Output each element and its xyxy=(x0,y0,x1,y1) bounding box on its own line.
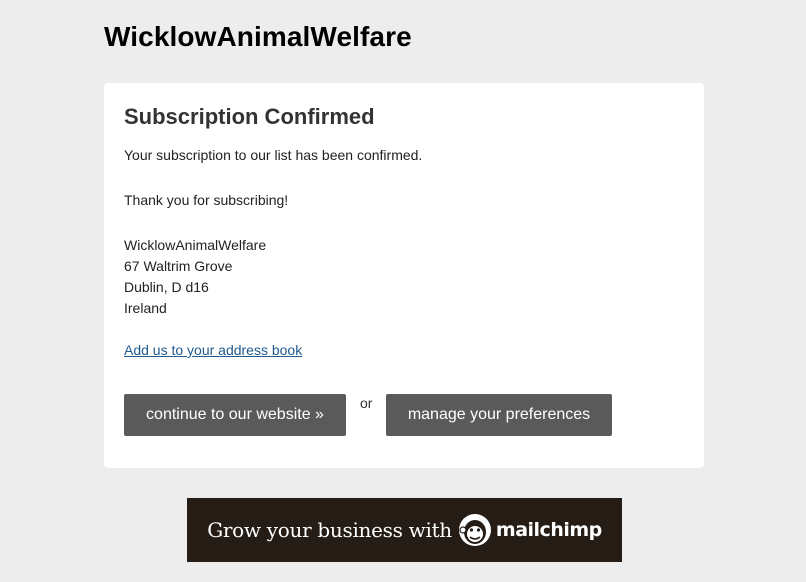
confirmation-card: Subscription Confirmed Your subscription… xyxy=(104,83,704,468)
continue-to-website-button[interactable]: continue to our website » xyxy=(124,394,346,436)
address-line-2: 67 Waltrim Grove xyxy=(124,258,233,274)
manage-preferences-button[interactable]: manage your preferences xyxy=(386,394,612,436)
thank-you-message: Thank you for subscribing! xyxy=(124,192,289,208)
add-to-address-book-link[interactable]: Add us to your address book xyxy=(124,340,302,360)
banner-brand: mailchimp xyxy=(495,519,602,541)
banner-text: Grow your business with xyxy=(207,518,452,542)
postal-address: WicklowAnimalWelfare 67 Waltrim Grove Du… xyxy=(124,235,266,319)
or-separator: or xyxy=(360,395,373,411)
mailchimp-freddie-icon xyxy=(458,513,492,547)
address-line-4: Ireland xyxy=(124,300,167,316)
address-line-1: WicklowAnimalWelfare xyxy=(124,237,267,253)
confirmation-message: Your subscription to our list has been c… xyxy=(124,147,423,163)
address-line-3: Dublin, D d16 xyxy=(124,279,209,295)
org-name-heading: WicklowAnimalWelfare xyxy=(104,21,412,52)
page-title: Subscription Confirmed xyxy=(124,104,375,129)
mailchimp-banner[interactable]: Grow your business with mailchimp xyxy=(187,498,622,562)
